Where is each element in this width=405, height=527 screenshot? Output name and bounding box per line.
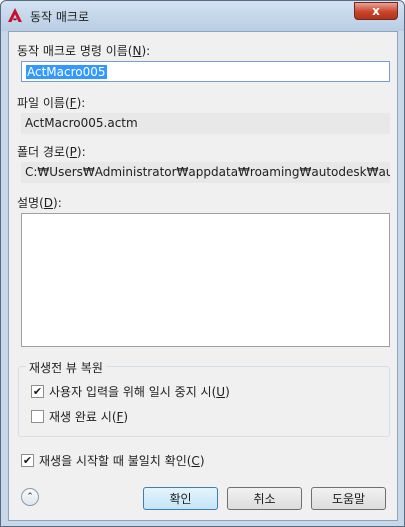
folder-path-value: C:₩Users₩Administrator₩appdata₩roaming₩a…	[21, 162, 390, 183]
action-macro-dialog: 동작 매크로 x 동작 매크로 명령 이름(N): ActMacro005 파일…	[0, 0, 405, 527]
folder-path-label: 폴더 경로(P):	[17, 145, 86, 159]
cancel-button[interactable]: 취소	[227, 487, 302, 510]
description-label: 설명(D):	[17, 196, 62, 210]
dialog-body: 동작 매크로 명령 이름(N): ActMacro005 파일 이름(F): A…	[8, 31, 398, 521]
checkbox-unchecked-icon	[31, 410, 44, 423]
macro-name-input[interactable]: ActMacro005	[21, 61, 390, 82]
macro-name-value: ActMacro005	[26, 65, 107, 79]
close-button[interactable]: x	[354, 2, 398, 20]
description-textarea[interactable]	[21, 213, 390, 347]
checkbox-checked-icon: ✔	[31, 385, 44, 398]
autocad-logo-icon	[8, 8, 22, 22]
file-name-label: 파일 이름(F):	[17, 96, 86, 110]
window-title: 동작 매크로	[30, 10, 90, 24]
pause-for-input-checkbox[interactable]: ✔ 사용자 입력을 위해 일시 중지 시(U)	[31, 383, 230, 400]
checkbox-checked-icon: ✔	[21, 454, 34, 467]
playback-complete-label: 재생 완료 시(F)	[49, 410, 129, 424]
chevron-up-icon: ⌃	[26, 492, 34, 502]
restore-view-group-title: 재생전 뷰 복원	[26, 359, 106, 376]
expand-collapse-button[interactable]: ⌃	[21, 488, 39, 506]
confirm-mismatch-checkbox[interactable]: ✔ 재생을 시작할 때 불일치 확인(C)	[21, 452, 205, 469]
pause-for-input-label: 사용자 입력을 위해 일시 중지 시(U)	[49, 385, 230, 399]
playback-complete-checkbox[interactable]: 재생 완료 시(F)	[31, 408, 128, 425]
macro-name-label: 동작 매크로 명령 이름(N):	[17, 44, 151, 58]
restore-view-group: 재생전 뷰 복원 ✔ 사용자 입력을 위해 일시 중지 시(U) 재생 완료 시…	[18, 359, 390, 437]
help-button[interactable]: 도움말	[311, 487, 386, 510]
confirm-mismatch-label: 재생을 시작할 때 불일치 확인(C)	[39, 454, 205, 468]
close-icon: x	[372, 4, 380, 18]
file-name-value: ActMacro005.actm	[21, 113, 390, 134]
ok-button[interactable]: 확인	[143, 487, 218, 510]
title-bar[interactable]: 동작 매크로 x	[1, 1, 404, 31]
